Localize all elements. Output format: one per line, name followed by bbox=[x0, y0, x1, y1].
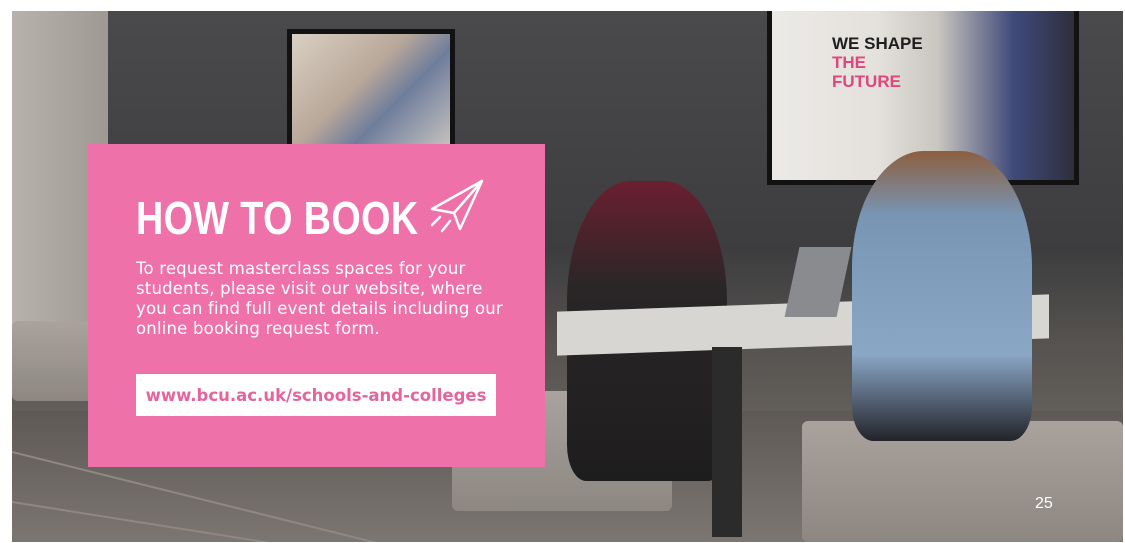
card-description: To request masterclass spaces for your s… bbox=[136, 259, 503, 338]
stool bbox=[12, 321, 92, 401]
table-leg bbox=[712, 347, 742, 537]
booking-website-link[interactable]: www.bcu.ac.uk/schools-and-colleges bbox=[136, 374, 496, 416]
page-number: 25 bbox=[1035, 495, 1053, 512]
screen-slogan-line2: THE bbox=[832, 53, 866, 72]
how-to-book-card: HOW TO BOOK To request masterclass space… bbox=[88, 144, 545, 467]
screen-slogan-line1: WE SHAPE bbox=[832, 34, 923, 53]
paper-plane-icon bbox=[430, 179, 484, 233]
card-title: HOW TO BOOK bbox=[136, 192, 419, 244]
screen-slogan-line3: FUTURE bbox=[832, 72, 901, 91]
screen-slogan: WE SHAPE THE FUTURE bbox=[832, 34, 923, 91]
student-figure bbox=[852, 151, 1032, 441]
